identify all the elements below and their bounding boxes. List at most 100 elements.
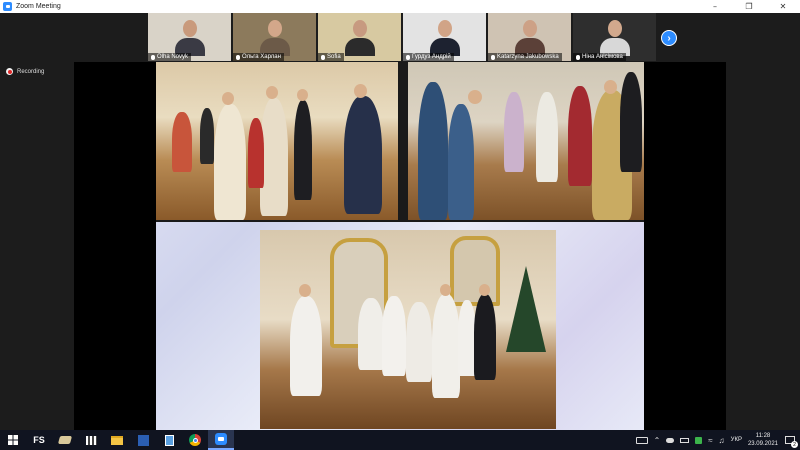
video-editor-icon[interactable]	[78, 430, 104, 450]
dancer-figure	[474, 294, 496, 380]
participant-face	[522, 20, 537, 37]
clock[interactable]: 11:28 23.09.2021	[748, 432, 778, 448]
next-participants-button[interactable]: ›	[661, 30, 677, 46]
mic-icon	[491, 54, 495, 60]
participant-tile[interactable]: Ніна Анісімова	[573, 13, 656, 61]
dancer-figure	[200, 108, 214, 164]
start-button[interactable]	[0, 430, 26, 450]
system-tray: ⌃ ≈ ♫ УКР 11:28 23.09.2021 2	[635, 430, 800, 450]
dancer-figure	[432, 294, 460, 398]
calculator-icon[interactable]	[156, 430, 182, 450]
keyboard-icon[interactable]	[635, 436, 648, 444]
dancer-head	[468, 90, 482, 104]
meeting-area: Olha Novyk Ольга Харлан Sofia Гурдуз Анд…	[0, 13, 800, 430]
gilded-mirror	[450, 236, 500, 306]
recording-label: Recording	[17, 68, 45, 75]
fs-app-icon[interactable]: FS	[26, 430, 52, 450]
notification-count: 2	[791, 441, 798, 448]
title-bar: Zoom Meeting – ❐ ✕	[0, 0, 800, 13]
notifications-button[interactable]: 2	[784, 434, 798, 448]
mic-icon	[321, 54, 325, 60]
mic-icon	[151, 54, 155, 60]
dancer-figure	[294, 100, 312, 200]
clock-date: 23.09.2021	[747, 441, 778, 447]
chrome-icon[interactable]	[182, 430, 208, 450]
dancer-head	[440, 284, 451, 296]
ballroom-dance-photo-2	[408, 62, 644, 220]
dancer-figure	[536, 92, 558, 182]
participant-name-text: Katarzyna Jakubowska	[497, 54, 559, 60]
windows-logo-icon	[8, 435, 18, 445]
participant-name: Katarzyna Jakubowska	[488, 53, 562, 61]
dancer-head	[354, 84, 367, 98]
participant-tile[interactable]: Ольга Харлан	[233, 13, 316, 61]
security-icon[interactable]	[695, 436, 703, 444]
volume-icon[interactable]: ♫	[719, 436, 725, 445]
participant-face	[607, 20, 622, 37]
dancer-figure	[406, 302, 432, 382]
ballroom-dance-photo-3	[260, 230, 556, 429]
taskbar: FS ⌃ ≈ ♫ УКР 11:28 23.09.2021 2	[0, 430, 800, 450]
chevron-right-icon: ›	[667, 32, 671, 44]
wifi-icon[interactable]: ≈	[708, 436, 712, 445]
battery-icon[interactable]	[680, 437, 690, 443]
minimize-button[interactable]: –	[698, 0, 732, 13]
dancer-figure	[344, 96, 382, 214]
participant-body	[344, 38, 375, 56]
chevron-up-icon[interactable]: ⌃	[654, 436, 661, 445]
dancer-figure	[290, 296, 322, 396]
window-title: Zoom Meeting	[16, 3, 61, 10]
participant-name-text: Гурдуз Андрій	[412, 54, 451, 60]
zoom-app-icon	[3, 2, 12, 11]
dancer-head	[299, 284, 311, 297]
participant-name: Ніна Анісімова	[573, 53, 626, 61]
dancer-figure	[382, 296, 406, 376]
ballroom-dance-photo-1	[156, 62, 398, 220]
dancer-figure	[214, 104, 246, 220]
file-explorer-icon[interactable]	[104, 430, 130, 450]
participant-face	[437, 20, 452, 37]
recording-indicator[interactable]: Recording	[6, 68, 44, 75]
mic-icon	[236, 54, 240, 60]
participant-name-text: Ольга Харлан	[242, 54, 281, 60]
dancer-figure	[620, 72, 642, 172]
participant-face	[182, 20, 197, 37]
clock-time: 11:28	[755, 433, 771, 439]
zoom-icon[interactable]	[208, 430, 234, 450]
maximize-button[interactable]: ❐	[732, 0, 766, 13]
participant-tile[interactable]: Olha Novyk	[148, 13, 231, 61]
presentation-slide	[156, 62, 644, 430]
taskbar-apps: FS	[26, 430, 234, 450]
participant-name: Ольга Харлан	[233, 53, 284, 61]
recording-icon	[6, 68, 13, 75]
dancer-figure	[568, 86, 592, 186]
participant-name: Sofia	[318, 53, 344, 61]
chess-app-icon[interactable]	[52, 430, 78, 450]
mic-icon	[406, 54, 410, 60]
word-icon[interactable]	[130, 430, 156, 450]
window-controls: – ❐ ✕	[698, 0, 800, 13]
dancer-head	[266, 86, 278, 99]
dancer-figure	[504, 92, 524, 172]
participant-tile[interactable]: Гурдуз Андрій	[403, 13, 486, 61]
participant-face	[267, 20, 282, 37]
christmas-tree	[506, 266, 546, 352]
participant-name: Гурдуз Андрій	[403, 53, 454, 61]
dancer-figure	[260, 98, 288, 216]
language-indicator[interactable]: УКР	[731, 437, 742, 443]
dancer-figure	[172, 112, 192, 172]
participant-tile[interactable]: Sofia	[318, 13, 401, 61]
participant-name-text: Ніна Анісімова	[582, 54, 623, 60]
dancer-head	[604, 80, 617, 94]
participant-tile[interactable]: Katarzyna Jakubowska	[488, 13, 571, 61]
dancer-figure	[448, 104, 474, 220]
dancer-head	[297, 89, 308, 101]
participant-face	[352, 20, 367, 37]
dancer-figure	[248, 118, 264, 188]
cloud-icon[interactable]	[666, 437, 675, 443]
dancer-head	[222, 92, 234, 105]
dancer-figure	[418, 82, 448, 220]
dancer-figure	[358, 298, 384, 370]
close-button[interactable]: ✕	[766, 0, 800, 13]
participant-name-text: Sofia	[327, 54, 341, 60]
